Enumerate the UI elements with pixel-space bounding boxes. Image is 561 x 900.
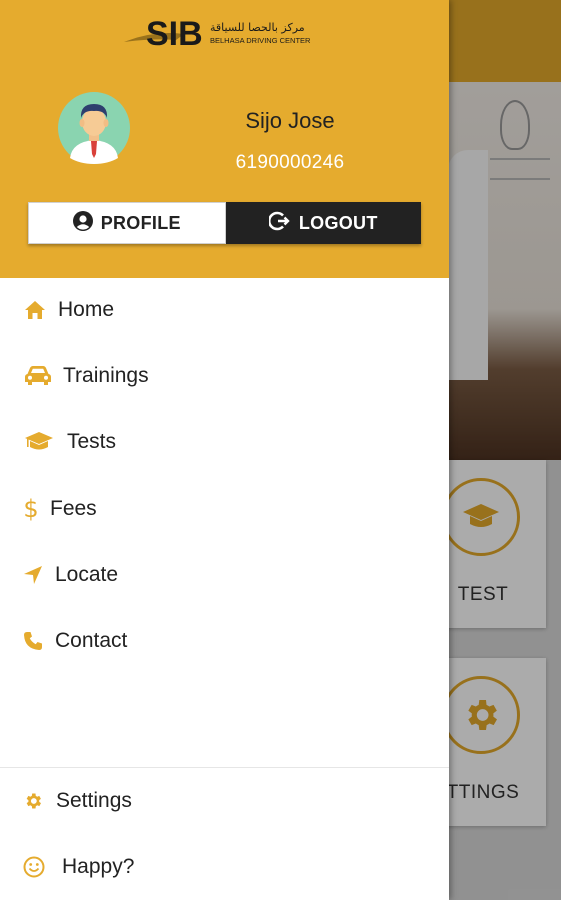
profile-button[interactable]: PROFILE: [28, 202, 226, 244]
navigation-drawer: SIB مركز بالحصا للسياقة BELHASA DRIVING …: [0, 0, 449, 900]
logo-arabic-text: مركز بالحصا للسياقة: [210, 21, 305, 34]
menu-divider: [0, 767, 449, 768]
menu-item-label: Fees: [50, 497, 97, 520]
menu-item-locate[interactable]: Locate: [0, 545, 449, 605]
menu-item-label: Tests: [67, 430, 117, 453]
smiley-icon: [22, 854, 46, 880]
menu-item-settings[interactable]: Settings: [0, 771, 449, 831]
home-icon: [22, 297, 48, 323]
user-phone: 6190000246: [235, 152, 345, 173]
logout-icon: [267, 210, 291, 237]
menu-item-trainings[interactable]: Trainings: [0, 346, 449, 406]
logout-button-label: LOGOUT: [298, 212, 378, 233]
graduation-cap-icon: [24, 429, 54, 455]
menu-item-label: Contact: [55, 629, 128, 652]
gear-icon: [22, 788, 44, 814]
location-arrow-icon: [22, 562, 44, 588]
menu-item-label: Home: [58, 298, 115, 321]
drawer-header: SIB مركز بالحصا للسياقة BELHASA DRIVING …: [0, 0, 449, 278]
user-name: Sijo Jose: [245, 108, 335, 133]
menu-item-home[interactable]: Home: [0, 280, 449, 340]
phone-icon: [22, 628, 44, 654]
logo-letters: SIB: [146, 15, 203, 52]
profile-button-label: PROFILE: [100, 212, 181, 233]
avatar: [58, 92, 130, 164]
logout-button[interactable]: LOGOUT: [225, 202, 421, 244]
logo-english-text: BELHASA DRIVING CENTER: [210, 36, 311, 45]
menu-item-contact[interactable]: Contact: [0, 611, 449, 671]
menu-item-happy[interactable]: Happy?: [0, 837, 449, 897]
account-button-group: PROFILE LOGOUT: [28, 202, 421, 244]
menu-item-fees[interactable]: $ Fees: [0, 479, 449, 539]
car-icon: [24, 363, 52, 389]
menu-item-label: Happy?: [62, 855, 135, 878]
menu-item-label: Trainings: [63, 364, 149, 387]
belhasa-logo: SIB مركز بالحصا للسياقة BELHASA DRIVING …: [124, 12, 329, 53]
user-circle-icon: [72, 210, 93, 236]
dollar-icon: $: [23, 495, 39, 523]
menu-item-label: Settings: [56, 789, 132, 812]
menu-item-label: Locate: [55, 563, 119, 586]
menu-item-tests[interactable]: Tests: [0, 412, 449, 472]
